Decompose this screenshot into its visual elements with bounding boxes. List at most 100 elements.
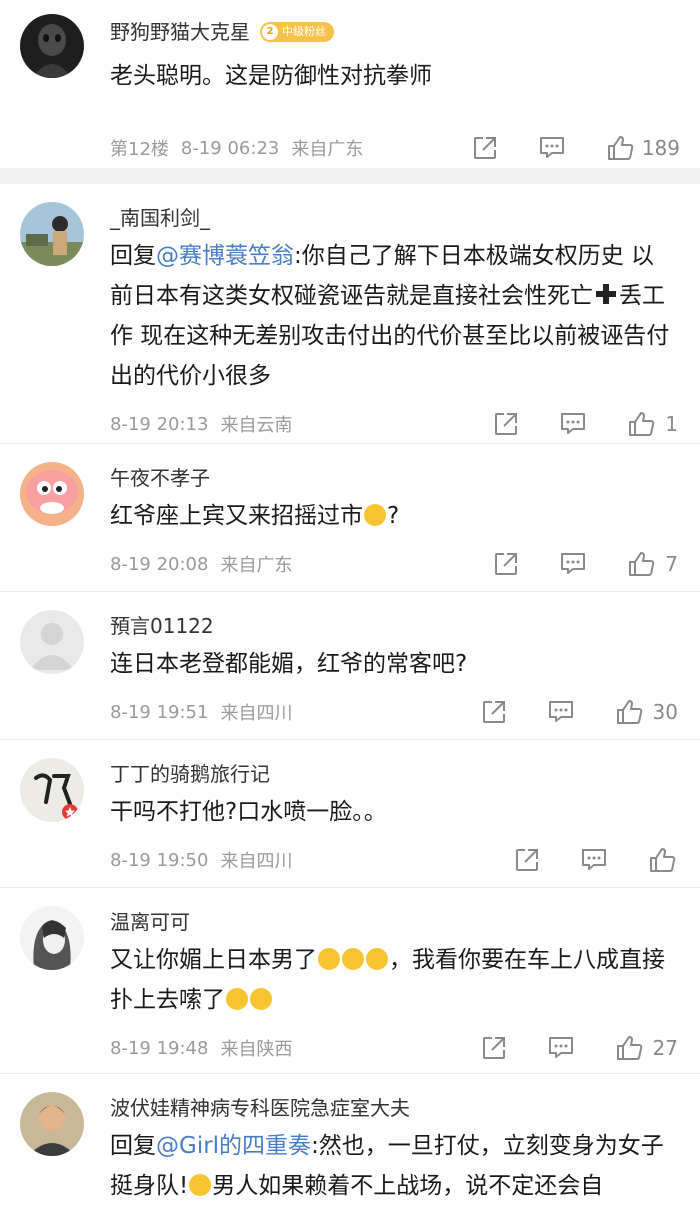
comment-item: 野狗野猫大克星 2 中级粉丝 老头聪明。这是防御性对抗拳师 第12楼 8-19 … — [0, 0, 700, 168]
comment-item: 午夜不孝子 红爷座上宾又来招摇过市? 8-19 20:08 来自广东 7 — [0, 444, 700, 592]
comment-meta: 8-19 20:08 来自广东 7 — [110, 536, 700, 592]
comment-icon[interactable] — [547, 699, 575, 725]
username[interactable]: 野狗野猫大克星 — [110, 18, 250, 46]
mention-link[interactable]: @Girl的四重奏 — [156, 1133, 311, 1159]
badge-label: 中级粉丝 — [282, 25, 326, 38]
like-count: 189 — [641, 136, 680, 160]
comment-header: 丁丁的骑鹅旅行记 — [110, 740, 700, 788]
comment-text: 又让你媚上日本男了 ，我看你要在车上八成直接扑上去嗦了 — [110, 940, 700, 1020]
comment-header: _南国利剑_ — [110, 184, 700, 232]
comment-meta: 第12楼 8-19 06:23 来自广东 189 — [110, 120, 700, 176]
comment-icon[interactable] — [538, 135, 566, 161]
like-count: 27 — [652, 1036, 678, 1060]
like-button[interactable]: 30 — [615, 698, 678, 726]
comment-meta: 8-19 19:51 来自四川 30 — [110, 684, 700, 740]
comment-item: 丁丁的骑鹅旅行记 干吗不打他?口水喷一脸。。 8-19 19:50 来自四川 — [0, 740, 700, 888]
comment-icon[interactable] — [559, 551, 587, 577]
reply-prefix: 回复 — [110, 1133, 156, 1159]
timestamp: 8-19 19:48 — [110, 1037, 209, 1059]
dog-emoji-icon — [189, 1174, 212, 1196]
plus-emoji-icon — [594, 279, 618, 304]
action-bar: 27 — [481, 1034, 700, 1062]
comment-body: 连日本老登都能媚，红爷的常客吧? — [110, 651, 468, 677]
avatar[interactable] — [20, 610, 84, 674]
thumbs-up-icon — [627, 410, 655, 438]
location: 来自四川 — [220, 703, 293, 724]
avatar[interactable] — [20, 1092, 84, 1156]
comment-header: 野狗野猫大克星 2 中级粉丝 — [110, 0, 700, 46]
laughing-emoji-icon — [226, 988, 248, 1010]
action-bar: 1 — [493, 410, 700, 438]
like-button[interactable]: 1 — [627, 410, 678, 438]
username[interactable]: 波伏娃精神病专科医院急症室大夫 — [110, 1094, 410, 1122]
floor-number: 第12楼 — [110, 139, 169, 160]
avatar[interactable] — [20, 906, 84, 970]
action-bar: 7 — [493, 550, 700, 578]
share-icon[interactable] — [481, 1035, 507, 1061]
laughing-emoji-icon — [342, 948, 364, 970]
fan-level-badge: 2 中级粉丝 — [260, 22, 334, 42]
comment-text: 连日本老登都能媚，红爷的常客吧? — [110, 644, 700, 684]
comment-body: 干吗不打他?口水喷一脸。。 — [110, 799, 387, 825]
timestamp: 8-19 19:51 — [110, 701, 209, 723]
thumbs-up-icon — [615, 698, 643, 726]
comment-item: _南国利剑_ 回复@赛博蓑笠翁:你自己了解下日本极端女权历史 以前日本有这类女权… — [0, 184, 700, 444]
share-icon[interactable] — [493, 551, 519, 577]
share-icon[interactable] — [481, 699, 507, 725]
comment-meta: 8-19 19:50 来自四川 — [110, 832, 700, 888]
thumbs-up-icon — [627, 550, 655, 578]
badge-level: 2 — [262, 24, 278, 40]
like-button[interactable] — [648, 846, 676, 874]
avatar[interactable] — [20, 758, 84, 822]
tongue-emoji-icon — [364, 504, 386, 526]
username[interactable]: 丁丁的骑鹅旅行记 — [110, 760, 270, 788]
mention-link[interactable]: @赛博蓑笠翁 — [156, 243, 294, 269]
like-count: 1 — [665, 412, 678, 436]
comment-icon[interactable] — [559, 411, 587, 437]
username[interactable]: 午夜不孝子 — [110, 464, 210, 492]
timestamp: 8-19 19:50 — [110, 849, 209, 871]
comment-body-continued: 男人如果赖着不上战场，说不定还会自 — [212, 1173, 604, 1199]
like-button[interactable]: 189 — [606, 134, 680, 162]
share-icon[interactable] — [493, 411, 519, 437]
comment-text: 回复@赛博蓑笠翁:你自己了解下日本极端女权历史 以前日本有这类女权碰瓷诬告就是直… — [110, 236, 700, 396]
comment-feed: 野狗野猫大克星 2 中级粉丝 老头聪明。这是防御性对抗拳师 第12楼 8-19 … — [0, 0, 700, 1214]
timestamp: 8-19 20:08 — [110, 553, 209, 575]
location: 来自陕西 — [220, 1039, 293, 1060]
comment-text: 红爷座上宾又来招摇过市? — [110, 496, 700, 536]
comment-body-continued: ? — [387, 503, 400, 529]
like-button[interactable]: 7 — [627, 550, 678, 578]
laughing-emoji-icon — [318, 948, 340, 970]
location: 来自广东 — [220, 555, 293, 576]
comment-icon[interactable] — [547, 1035, 575, 1061]
location: 来自四川 — [220, 851, 293, 872]
username[interactable]: _南国利剑_ — [110, 204, 210, 232]
comment-text: 干吗不打他?口水喷一脸。。 — [110, 792, 700, 832]
comment-body: 又让你媚上日本男了 — [110, 947, 317, 973]
thumbs-up-icon — [648, 846, 676, 874]
timestamp: 8-19 20:13 — [110, 413, 209, 435]
avatar[interactable] — [20, 462, 84, 526]
comment-body: 老头聪明。这是防御性对抗拳师 — [110, 63, 432, 89]
comment-header: 預言01122 — [110, 592, 700, 640]
like-button[interactable]: 27 — [615, 1034, 678, 1062]
avatar[interactable] — [20, 202, 84, 266]
like-count: 30 — [652, 700, 678, 724]
comment-body: 红爷座上宾又来招摇过市 — [110, 503, 363, 529]
location: 来自广东 — [291, 139, 364, 160]
comment-meta: 8-19 19:48 来自陕西 27 — [110, 1020, 700, 1076]
comment-icon[interactable] — [580, 847, 608, 873]
laughing-emoji-icon — [366, 948, 388, 970]
comment-header: 温离可可 — [110, 888, 700, 936]
timestamp: 8-19 06:23 — [180, 137, 280, 159]
share-icon[interactable] — [472, 135, 498, 161]
action-bar: 189 — [472, 134, 700, 162]
username[interactable]: 温离可可 — [110, 908, 190, 936]
comment-item: 預言01122 连日本老登都能媚，红爷的常客吧? 8-19 19:51 来自四川 — [0, 592, 700, 740]
username[interactable]: 預言01122 — [110, 612, 214, 640]
comment-text: 老头聪明。这是防御性对抗拳师 — [110, 56, 700, 96]
share-icon[interactable] — [514, 847, 540, 873]
reply-prefix: 回复 — [110, 243, 156, 269]
avatar[interactable] — [20, 14, 84, 78]
comment-header: 波伏娃精神病专科医院急症室大夫 — [110, 1074, 700, 1122]
